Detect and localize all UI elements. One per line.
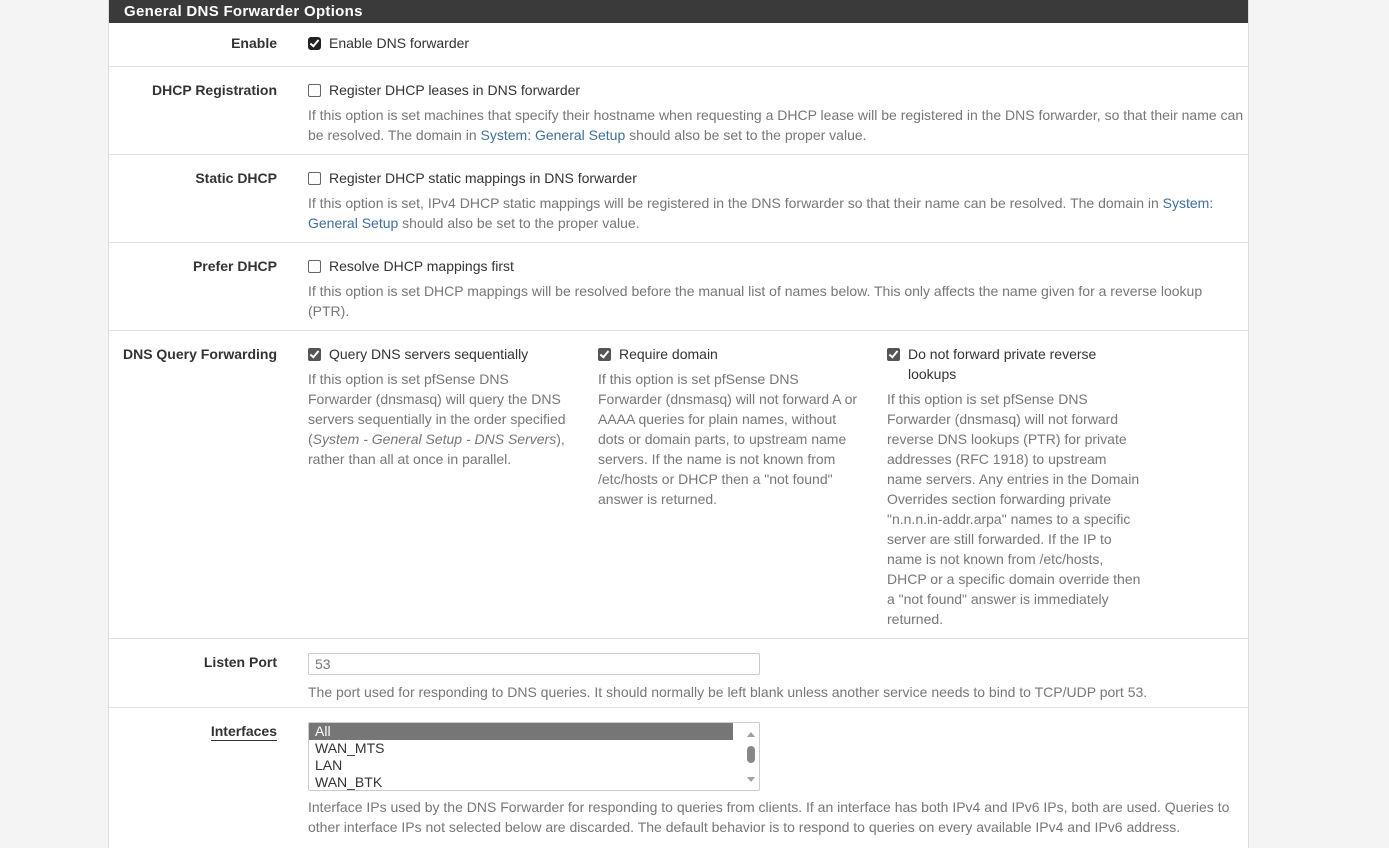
row-interfaces: Interfaces All WAN_MTS LAN WAN_BTK Inter… xyxy=(109,708,1248,848)
interfaces-label-text: Interfaces xyxy=(210,723,277,741)
register-dhcp-leases-checkbox[interactable] xyxy=(308,84,321,97)
interface-option-wan-btk[interactable]: WAN_BTK xyxy=(309,774,733,790)
prefer-dhcp-checkbox-row[interactable]: Resolve DHCP mappings first xyxy=(308,256,1244,276)
query-sequential-option: Query DNS servers sequentially If this o… xyxy=(308,344,570,469)
enable-dns-forwarder-checkbox[interactable] xyxy=(308,37,321,50)
row-enable: Enable Enable DNS forwarder xyxy=(109,23,1248,67)
row-prefer-dhcp: Prefer DHCP Resolve DHCP mappings first … xyxy=(109,243,1248,331)
require-domain-option: Require domain If this option is set pfS… xyxy=(598,344,860,509)
require-domain-label: Require domain xyxy=(619,346,718,362)
help-text: should also be set to the proper value. xyxy=(625,127,867,143)
help-text: If this option is set, IPv4 DHCP static … xyxy=(308,195,1163,211)
register-static-mappings-checkbox[interactable] xyxy=(308,172,321,185)
dns-forwarder-options-panel: General DNS Forwarder Options Enable Ena… xyxy=(108,0,1249,848)
dhcp-registration-help: If this option is set machines that spec… xyxy=(308,105,1244,145)
panel-title: General DNS Forwarder Options xyxy=(109,0,1248,23)
query-sequential-label: Query DNS servers sequentially xyxy=(329,346,529,362)
no-private-reverse-checkbox[interactable] xyxy=(887,348,900,361)
system-general-setup-link[interactable]: System: General Setup xyxy=(481,127,626,143)
static-dhcp-checkbox-row[interactable]: Register DHCP static mappings in DNS for… xyxy=(308,168,1244,188)
no-private-reverse-option: Do not forward private reverse lookups I… xyxy=(887,344,1149,629)
interfaces-scrollbar[interactable] xyxy=(743,723,759,790)
no-private-reverse-help: If this option is set pfSense DNS Forwar… xyxy=(887,391,1141,627)
resolve-dhcp-first-checkbox[interactable] xyxy=(308,260,321,273)
prefer-dhcp-help: If this option is set DHCP mappings will… xyxy=(308,283,1203,319)
row-listen-port: Listen Port The port used for responding… xyxy=(109,639,1248,708)
static-dhcp-checkbox-label: Register DHCP static mappings in DNS for… xyxy=(329,170,637,186)
prefer-dhcp-label: Prefer DHCP xyxy=(192,258,277,274)
help-text: should also be set to the proper value. xyxy=(398,215,640,231)
static-dhcp-help: If this option is set, IPv4 DHCP static … xyxy=(308,193,1244,233)
interfaces-help-line: Interface IPs used by the DNS Forwarder … xyxy=(308,799,1230,815)
scrollbar-thumb[interactable] xyxy=(747,746,755,763)
row-dhcp-registration: DHCP Registration Register DHCP leases i… xyxy=(109,67,1248,155)
listen-port-help: The port used for responding to DNS quer… xyxy=(308,684,1148,700)
scroll-down-arrow-icon[interactable] xyxy=(747,777,755,782)
listen-port-label: Listen Port xyxy=(203,654,277,670)
row-dns-query-forwarding: DNS Query Forwarding Query DNS servers s… xyxy=(109,331,1248,639)
static-dhcp-label: Static DHCP xyxy=(195,170,277,186)
interface-option-lan[interactable]: LAN xyxy=(309,757,733,774)
require-domain-checkbox-row[interactable]: Require domain xyxy=(598,344,860,364)
dns-query-forwarding-label: DNS Query Forwarding xyxy=(122,346,277,362)
require-domain-checkbox[interactable] xyxy=(598,348,611,361)
interfaces-help-line: other interface IPs not selected below a… xyxy=(308,819,1181,835)
query-sequential-checkbox[interactable] xyxy=(308,348,321,361)
require-domain-help: If this option is set pfSense DNS Forwar… xyxy=(598,371,858,507)
row-static-dhcp: Static DHCP Register DHCP static mapping… xyxy=(109,155,1248,243)
dhcp-registration-checkbox-label: Register DHCP leases in DNS forwarder xyxy=(329,82,581,98)
dhcp-registration-label: DHCP Registration xyxy=(152,82,277,98)
no-private-reverse-label: Do not forward private reverse lookups xyxy=(908,346,1097,382)
query-sequential-checkbox-row[interactable]: Query DNS servers sequentially xyxy=(308,344,570,364)
enable-checkbox-row[interactable]: Enable DNS forwarder xyxy=(308,33,1244,53)
scroll-up-arrow-icon[interactable] xyxy=(747,732,755,737)
dhcp-registration-checkbox-row[interactable]: Register DHCP leases in DNS forwarder xyxy=(308,80,1244,100)
query-sequential-help: If this option is set pfSense DNS Forwar… xyxy=(308,369,570,469)
prefer-dhcp-checkbox-label: Resolve DHCP mappings first xyxy=(329,258,514,274)
enable-checkbox-label: Enable DNS forwarder xyxy=(329,35,470,51)
enable-label: Enable xyxy=(231,35,277,51)
listen-port-input[interactable] xyxy=(308,653,760,675)
no-private-reverse-checkbox-row[interactable]: Do not forward private reverse lookups xyxy=(887,344,1107,384)
interfaces-multiselect[interactable]: All WAN_MTS LAN WAN_BTK xyxy=(308,722,760,791)
help-italic-text: System - General Setup - DNS Servers xyxy=(312,431,557,447)
interfaces-label: Interfaces xyxy=(109,723,277,741)
interface-option-all[interactable]: All xyxy=(309,723,733,740)
interfaces-help: Interface IPs used by the DNS Forwarder … xyxy=(308,797,1244,837)
interface-option-wan-mts[interactable]: WAN_MTS xyxy=(309,740,733,757)
